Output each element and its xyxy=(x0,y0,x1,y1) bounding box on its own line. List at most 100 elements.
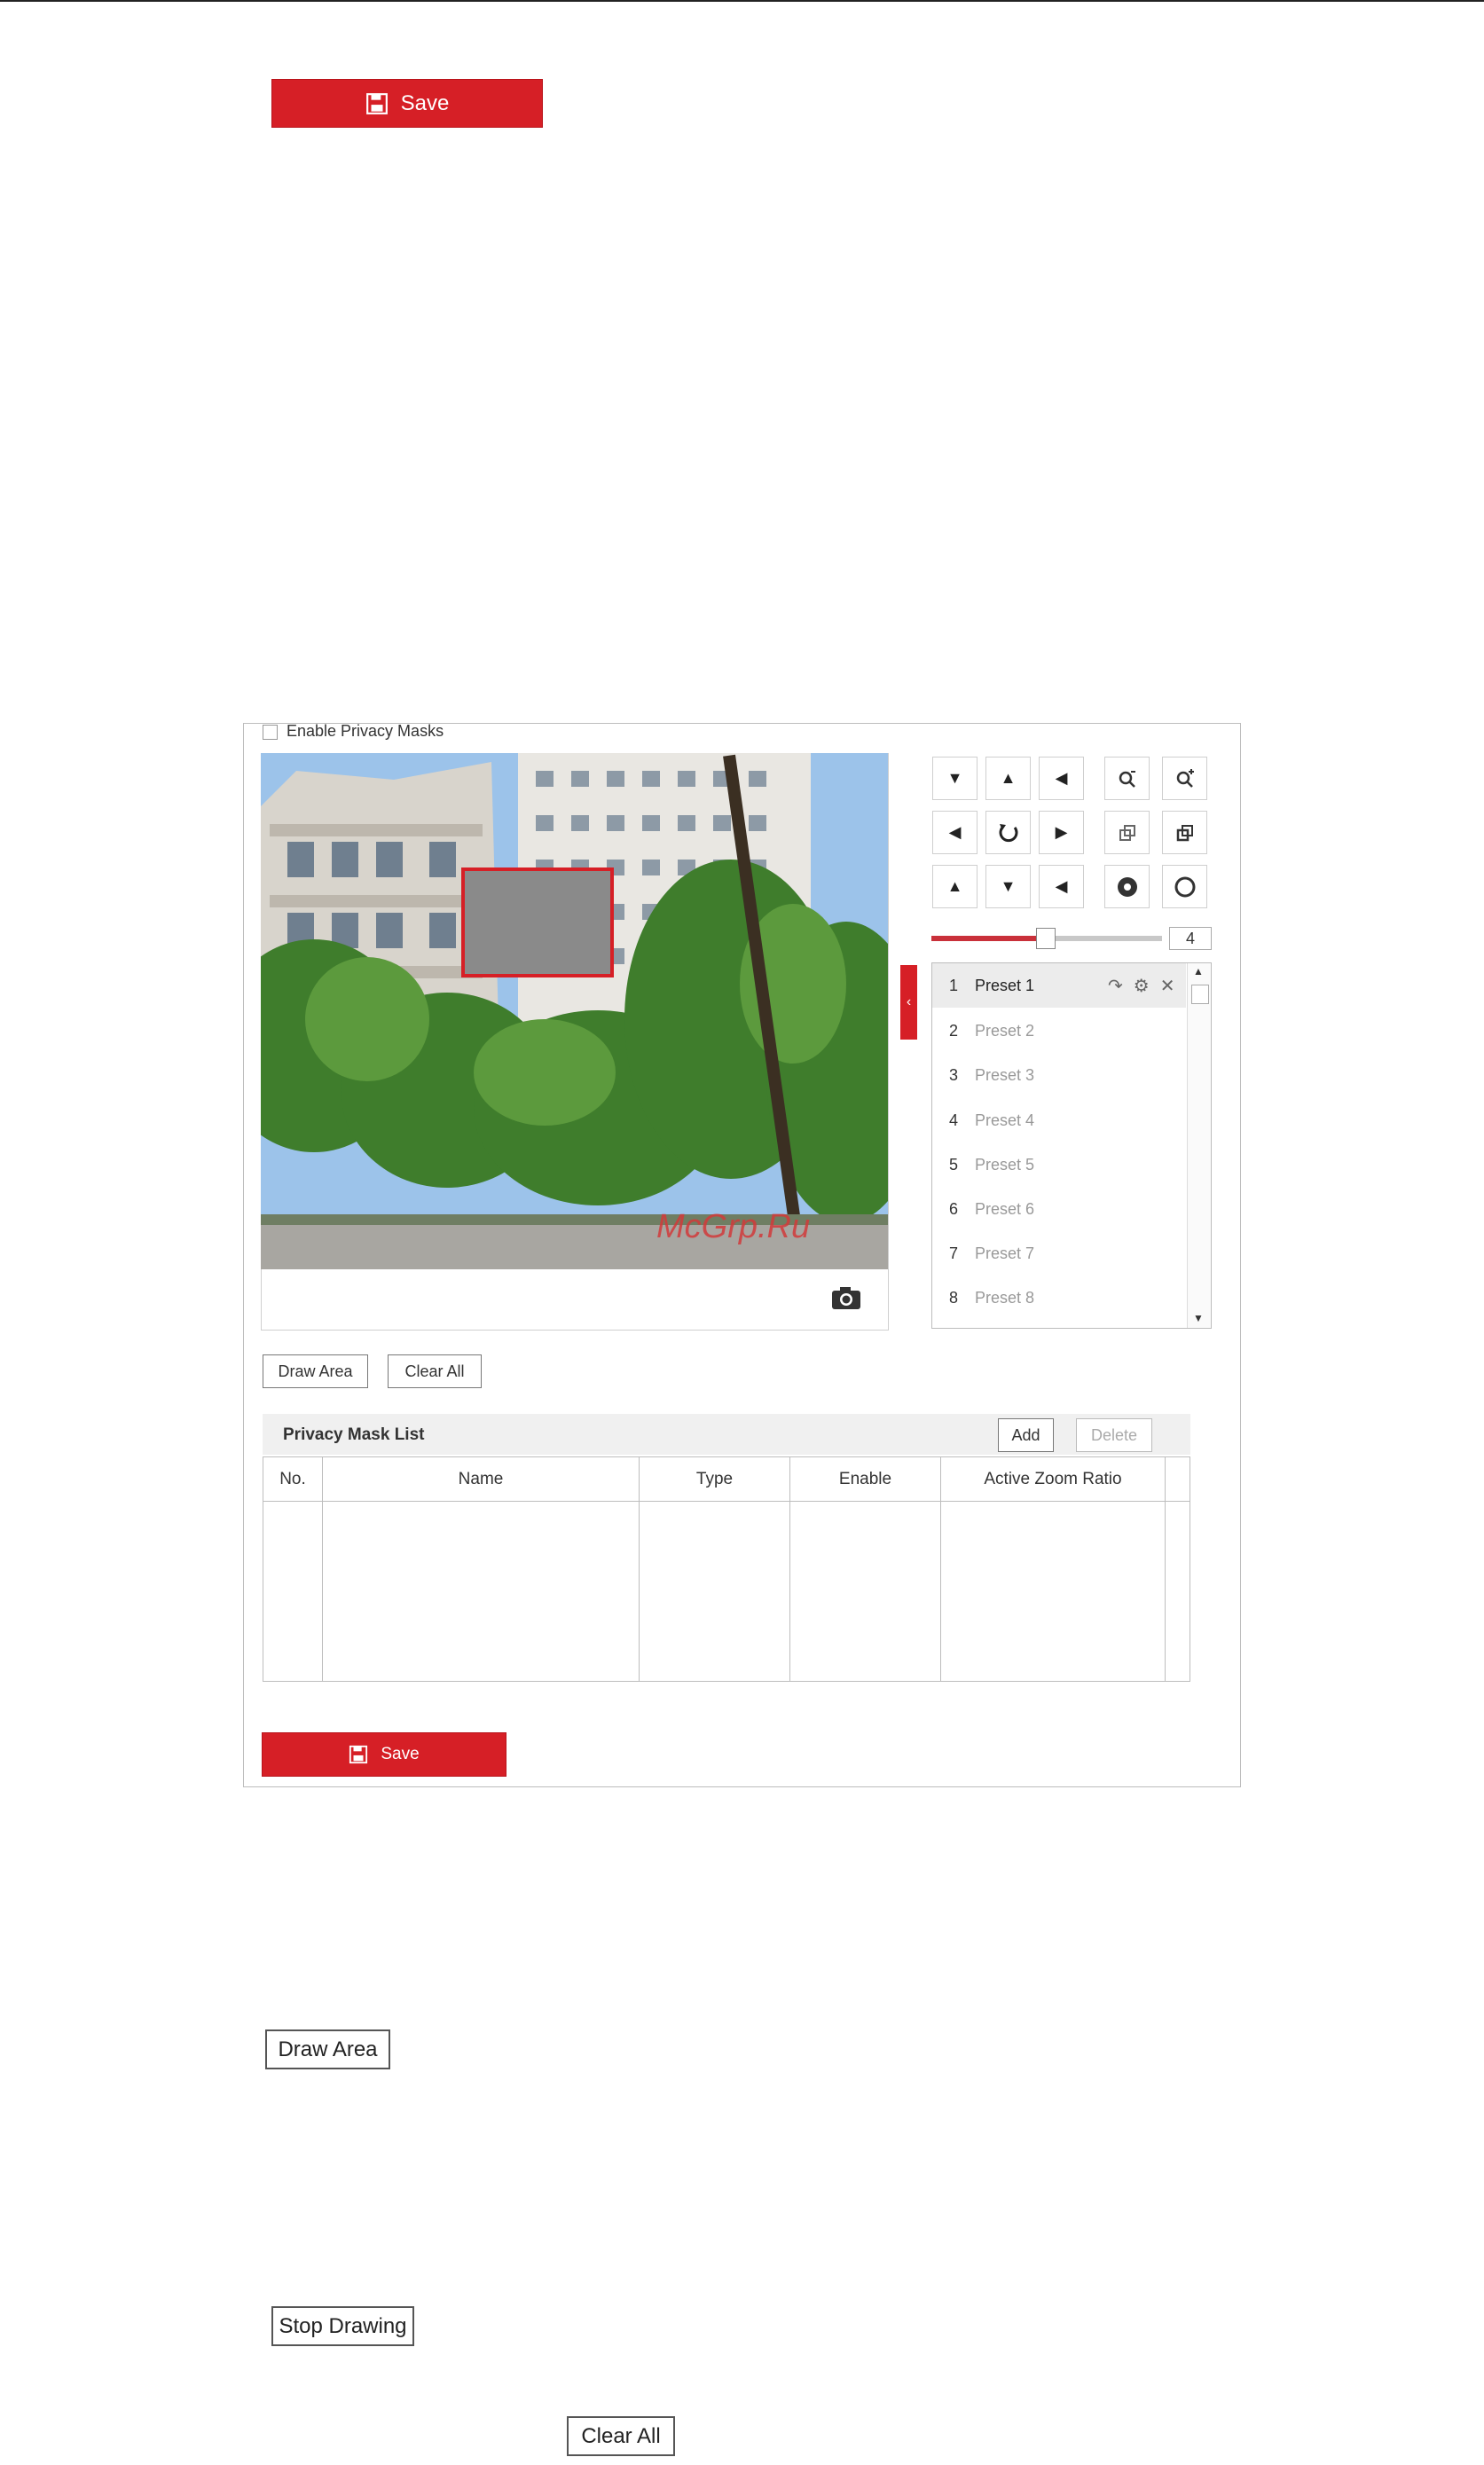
iris-close-icon xyxy=(1174,876,1195,897)
preset-number: 8 xyxy=(948,1288,958,1307)
arrow-down-right-icon: ◀ xyxy=(1055,877,1068,895)
gear-icon[interactable]: ⚙ xyxy=(1134,975,1150,997)
top-save-label: Save xyxy=(400,90,450,115)
ptz-down-left-button[interactable]: ▲ xyxy=(932,865,978,908)
preset-name: Preset 1 xyxy=(975,976,1035,994)
ptz-speed-slider-thumb[interactable] xyxy=(1036,928,1056,949)
preset-row[interactable]: 2 Preset 2 xyxy=(932,1009,1186,1053)
arrow-down-left-icon: ▲ xyxy=(946,877,963,895)
arrow-up-left-icon: ▼ xyxy=(946,769,963,787)
column-header-active-zoom-ratio: Active Zoom Ratio xyxy=(941,1457,1165,1502)
column-header-no: No. xyxy=(263,1457,322,1502)
top-save-button[interactable]: Save xyxy=(271,79,543,128)
stop-drawing-button[interactable]: Stop Drawing xyxy=(271,2306,414,2346)
ptz-up-button[interactable]: ▲ xyxy=(985,757,1031,800)
preset-number: 6 xyxy=(948,1199,958,1218)
column-divider xyxy=(639,1457,640,1681)
column-divider xyxy=(322,1457,323,1681)
preset-number: 4 xyxy=(948,1111,958,1129)
preset-row[interactable]: 3 Preset 3 xyxy=(932,1053,1186,1097)
focus-far-icon xyxy=(1176,824,1193,841)
panel-save-button[interactable]: Save xyxy=(262,1732,506,1777)
arrow-up-right-icon: ◀ xyxy=(1055,769,1068,787)
clear-all-button[interactable]: Clear All xyxy=(388,1354,482,1388)
ptz-up-left-button[interactable]: ▼ xyxy=(932,757,978,800)
call-preset-icon[interactable]: ↷ xyxy=(1108,975,1123,997)
standalone-clear-all-button[interactable]: Clear All xyxy=(567,2416,675,2456)
preset-name: Preset 6 xyxy=(975,1199,1035,1218)
zoom-in-button[interactable] xyxy=(1104,757,1150,800)
ptz-right-button[interactable]: ▶ xyxy=(1039,811,1084,854)
save-icon xyxy=(349,1745,368,1764)
enable-privacy-masks-label: Enable Privacy Masks xyxy=(287,722,444,740)
preset-number: 3 xyxy=(948,1065,958,1084)
close-icon[interactable]: ✕ xyxy=(1160,975,1175,997)
save-icon xyxy=(365,92,388,114)
preset-number: 2 xyxy=(948,1021,958,1040)
preset-name: Preset 7 xyxy=(975,1244,1035,1262)
page-top-rule xyxy=(0,0,1484,2)
preset-name: Preset 4 xyxy=(975,1111,1035,1129)
iris-open-button[interactable] xyxy=(1104,865,1150,908)
chevron-left-icon: ‹ xyxy=(906,994,912,1009)
preset-number: 7 xyxy=(948,1244,958,1262)
ptz-speed-slider-fill xyxy=(931,936,1045,941)
enable-privacy-masks-checkbox[interactable] xyxy=(263,725,278,740)
column-header-enable: Enable xyxy=(790,1457,940,1502)
scroll-thumb[interactable] xyxy=(1191,985,1209,1004)
arrow-right-icon: ▶ xyxy=(1055,823,1068,841)
arrow-left-icon: ◀ xyxy=(948,823,962,841)
column-divider xyxy=(940,1457,941,1681)
preset-number: 5 xyxy=(948,1155,958,1174)
add-mask-button[interactable]: Add xyxy=(998,1418,1054,1452)
live-video[interactable] xyxy=(261,753,888,1269)
draw-area-button[interactable]: Draw Area xyxy=(263,1354,368,1388)
ptz-speed-value: 4 xyxy=(1169,927,1212,950)
zoom-out-button[interactable] xyxy=(1162,757,1207,800)
ptz-left-button[interactable]: ◀ xyxy=(932,811,978,854)
preset-name: Preset 2 xyxy=(975,1021,1035,1040)
arrow-up-icon: ▲ xyxy=(1000,769,1017,787)
column-header-spacer xyxy=(1166,1457,1190,1502)
preset-row[interactable]: 6 Preset 6 xyxy=(932,1187,1186,1231)
privacy-mask-list-title: Privacy Mask List xyxy=(283,1425,425,1444)
focus-far-button[interactable] xyxy=(1162,811,1207,854)
ptz-speed-slider-track[interactable] xyxy=(1045,936,1162,941)
preset-number: 1 xyxy=(948,976,958,994)
ptz-auto-pan-button[interactable] xyxy=(985,811,1031,854)
focus-near-icon xyxy=(1119,824,1135,841)
preset-row[interactable]: 8 Preset 8 xyxy=(932,1276,1186,1320)
camera-icon[interactable] xyxy=(831,1285,861,1310)
scroll-down-icon[interactable]: ▼ xyxy=(1193,1312,1204,1324)
preset-name: Preset 5 xyxy=(975,1155,1035,1174)
arrow-down-icon: ▼ xyxy=(1000,877,1017,895)
preset-row[interactable]: 7 Preset 7 xyxy=(932,1231,1186,1276)
standalone-draw-area-button[interactable]: Draw Area xyxy=(265,2029,390,2069)
preset-row[interactable]: 4 Preset 4 xyxy=(932,1098,1186,1142)
ptz-up-right-button[interactable]: ◀ xyxy=(1039,757,1084,800)
column-divider xyxy=(789,1457,790,1681)
live-view-toolbar xyxy=(262,1270,888,1330)
preset-name: Preset 3 xyxy=(975,1065,1035,1084)
street-scene-image xyxy=(261,753,888,1269)
preset-name: Preset 8 xyxy=(975,1288,1035,1307)
ptz-panel-collapse-tab[interactable]: ‹ xyxy=(900,965,917,1040)
delete-mask-button[interactable]: Delete xyxy=(1076,1418,1152,1452)
preset-list-scrollbar[interactable]: ▲ ▼ xyxy=(1187,963,1211,1328)
iris-close-button[interactable] xyxy=(1162,865,1207,908)
ptz-down-right-button[interactable]: ◀ xyxy=(1039,865,1084,908)
panel-save-label: Save xyxy=(381,1745,420,1763)
preset-row[interactable]: 5 Preset 5 xyxy=(932,1142,1186,1187)
preset-row[interactable]: 1 Preset 1 ↷ ⚙ ✕ xyxy=(932,963,1186,1008)
zoom-in-icon xyxy=(1119,770,1135,788)
scroll-up-icon[interactable]: ▲ xyxy=(1193,965,1204,977)
ptz-down-button[interactable]: ▼ xyxy=(985,865,1031,908)
column-header-name: Name xyxy=(323,1457,639,1502)
iris-open-icon xyxy=(1117,876,1137,897)
zoom-out-icon xyxy=(1176,768,1194,788)
privacy-mask-area[interactable] xyxy=(461,867,614,977)
focus-near-button[interactable] xyxy=(1104,811,1150,854)
auto-rotate-icon xyxy=(999,823,1017,842)
column-header-type: Type xyxy=(640,1457,789,1502)
watermark-text: McGrp.Ru xyxy=(656,1208,811,1245)
